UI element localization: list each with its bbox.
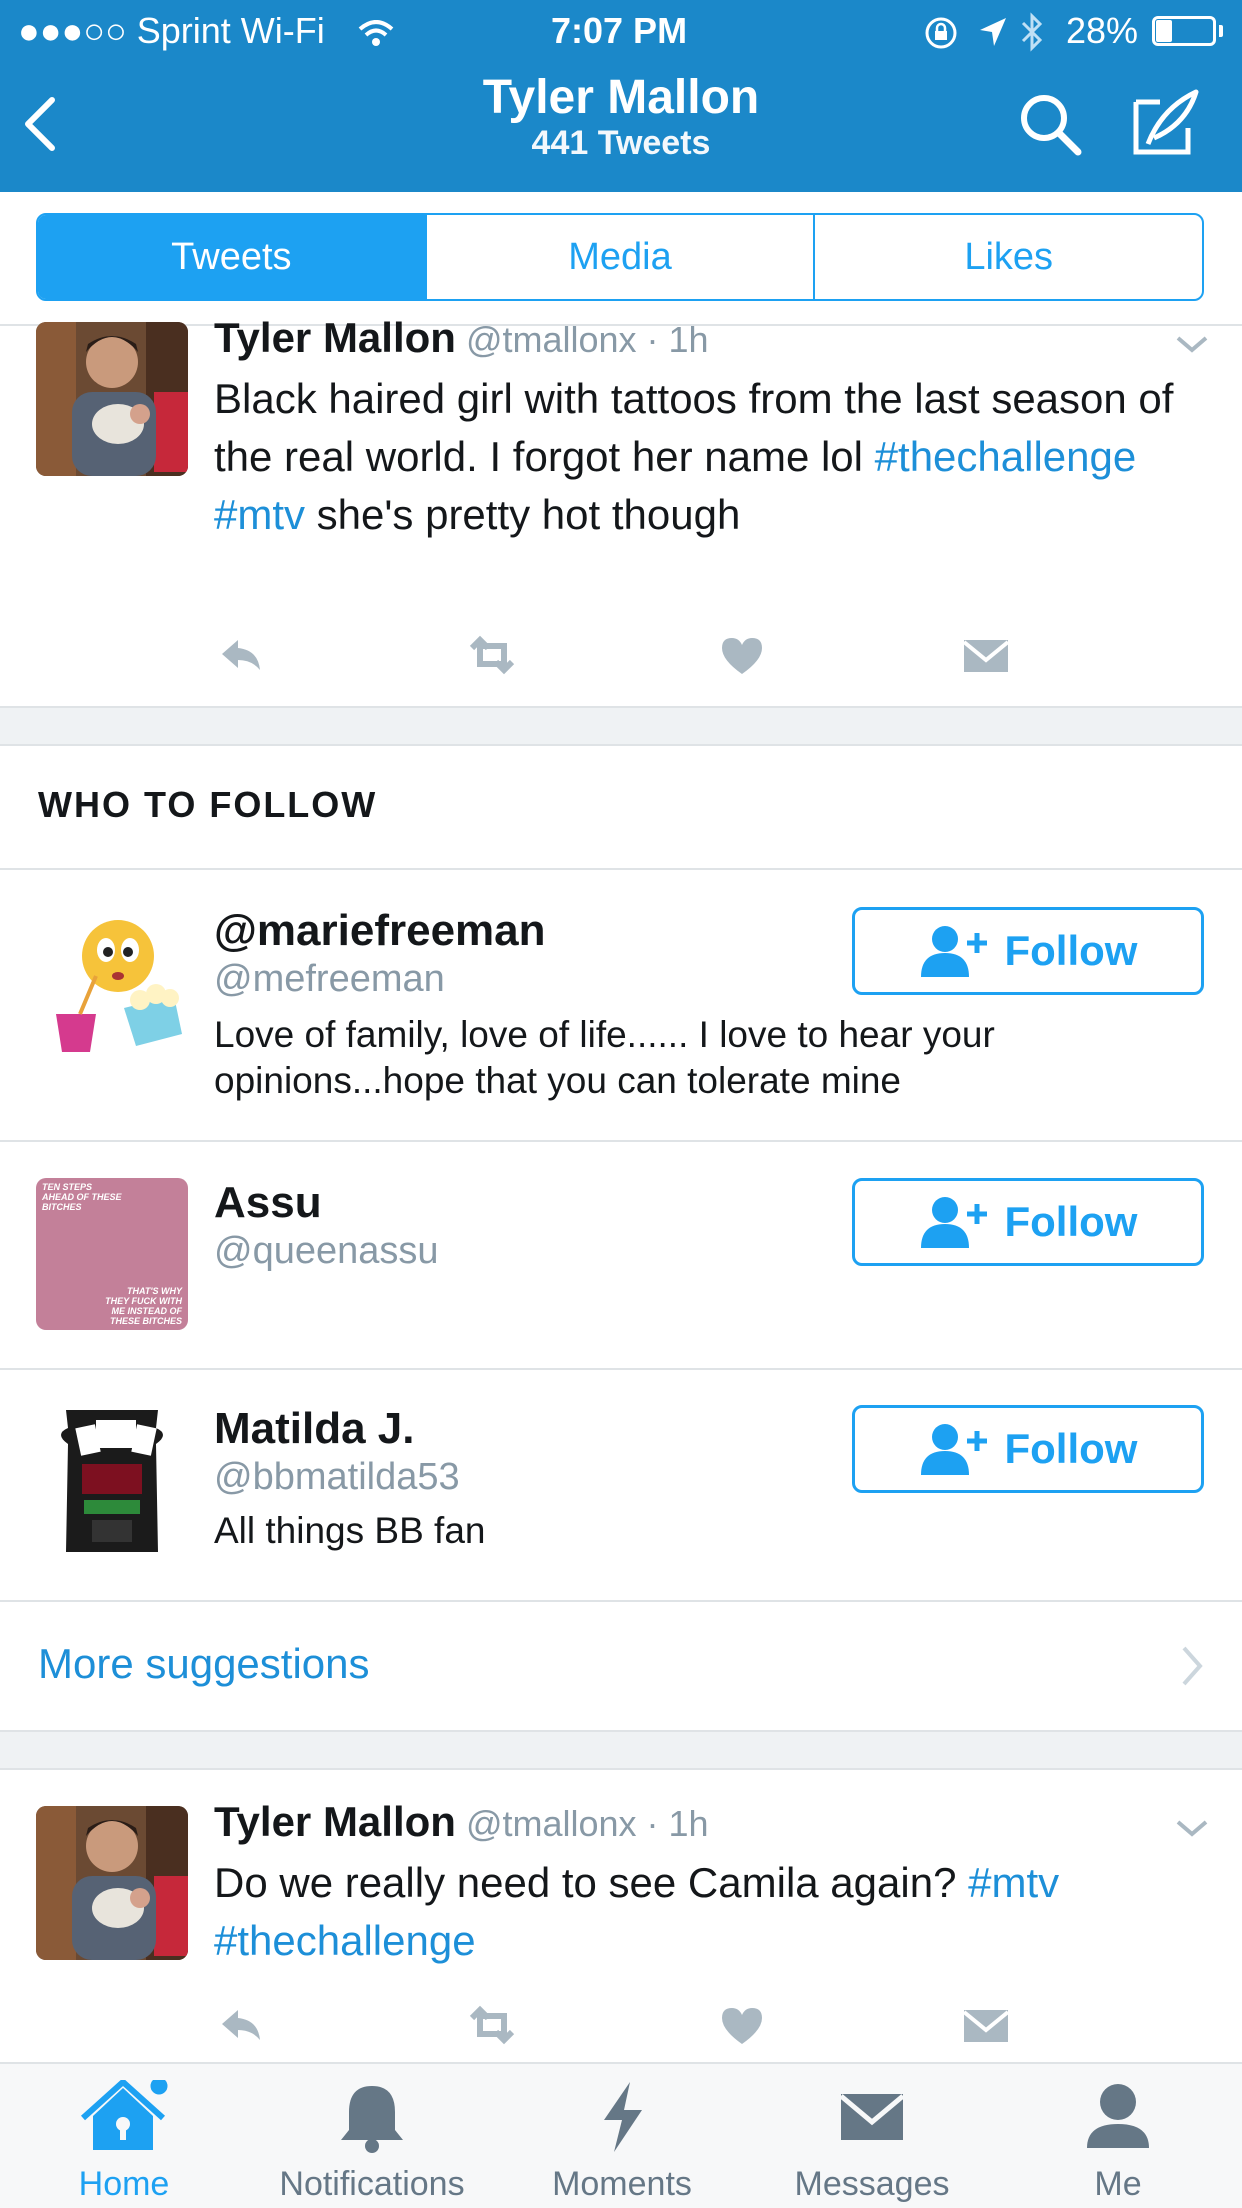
battery-percent: 28% [1066, 10, 1139, 51]
tweet-meta: @tmallonx · 1h [465, 1803, 709, 1844]
avatar[interactable] [36, 1806, 188, 1960]
follow-button[interactable]: Follow [852, 1178, 1204, 1266]
add-user-icon [920, 1197, 987, 1248]
battery-icon [1152, 16, 1216, 46]
person-icon [1087, 2084, 1149, 2148]
lightning-icon [604, 2082, 642, 2152]
tab-moments[interactable]: Moments [502, 2080, 742, 2204]
suggestion-avatar[interactable] [36, 904, 188, 1056]
retweet-icon[interactable] [462, 2000, 522, 2050]
row-divider [0, 868, 1242, 870]
suggestion-name[interactable]: @mariefreeman [214, 906, 546, 956]
chevron-right-icon[interactable] [1178, 1644, 1206, 1688]
chevron-down-icon[interactable] [1172, 1808, 1212, 1848]
tab-label: Messages [794, 2165, 950, 2203]
avatar[interactable] [36, 322, 188, 476]
battery-tip [1219, 25, 1223, 37]
suggestion-avatar[interactable]: TEN STEPS AHEAD OF THESE BITCHES THAT'S … [36, 1178, 188, 1330]
section-divider [0, 744, 1242, 746]
suggestion-handle: @bbmatilda53 [214, 1456, 460, 1498]
suggestion-bio: Love of family, love of life...... I lov… [214, 1014, 995, 1101]
reply-icon[interactable] [212, 2000, 272, 2050]
hashtag-link[interactable]: #thechallenge [875, 433, 1137, 480]
home-icon [80, 2074, 171, 2150]
avatar-caption-top: TEN STEPS AHEAD OF THESE BITCHES [42, 1182, 122, 1212]
hashtag-link[interactable]: #mtv [968, 1859, 1059, 1906]
envelope-icon [839, 2094, 905, 2140]
row-divider [0, 1140, 1242, 1142]
tab-label: Home [78, 2165, 170, 2203]
who-to-follow-heading: WHO TO FOLLOW [38, 784, 378, 825]
suggestion-handle: @mefreeman [214, 958, 445, 1000]
follow-label: Follow [1004, 1198, 1138, 1245]
more-suggestions-link[interactable]: More suggestions [38, 1640, 370, 1688]
tweet-text-part: she's pretty hot though [305, 491, 741, 538]
tweet-author[interactable]: Tyler Mallon @tmallonx · 1h [214, 314, 709, 362]
add-user-icon [920, 1424, 987, 1475]
clock: 7:07 PM [551, 10, 688, 51]
tab-label: Moments [552, 2165, 692, 2203]
heart-icon[interactable] [712, 2000, 772, 2050]
tab-messages[interactable]: Messages [752, 2080, 992, 2204]
reply-icon[interactable] [212, 630, 272, 680]
section-gap [0, 1732, 1242, 1768]
tab-label: Me [1094, 2165, 1142, 2203]
tab-home[interactable]: Home [4, 2074, 244, 2204]
search-icon[interactable] [1018, 92, 1084, 158]
hashtag-link[interactable]: #thechallenge [214, 1917, 476, 1964]
profile-tabs: Tweets Media Likes [36, 213, 1204, 301]
suggestion-handle: @queenassu [214, 1230, 439, 1272]
tab-me[interactable]: Me [998, 2080, 1238, 2204]
tab-media[interactable]: Media [424, 215, 814, 299]
tweet-text: Do we really need to see Camila again? #… [214, 1854, 1214, 1970]
carrier-label: ●●●○○ Sprint Wi-Fi [18, 10, 325, 51]
location-icon [980, 18, 1006, 46]
row-divider [0, 1368, 1242, 1370]
follow-button[interactable]: Follow [852, 907, 1204, 995]
row-divider [0, 1600, 1242, 1602]
add-user-icon [920, 926, 987, 977]
suggestion-name[interactable]: Matilda J. [214, 1404, 415, 1454]
follow-label: Follow [1004, 1425, 1138, 1472]
suggestion-bio: All things BB fan [214, 1510, 486, 1551]
section-divider [0, 1768, 1242, 1770]
compose-icon[interactable] [1130, 88, 1202, 160]
retweet-icon[interactable] [462, 630, 522, 680]
direct-message-icon[interactable] [956, 2000, 1016, 2050]
tweet-meta: @tmallonx · 1h [465, 319, 709, 360]
bell-icon [341, 2086, 403, 2153]
tab-likes[interactable]: Likes [813, 215, 1202, 299]
follow-button[interactable]: Follow [852, 1405, 1204, 1493]
follow-label: Follow [1004, 927, 1138, 974]
tweet-text-part: Do we really need to see Camila again? [214, 1859, 969, 1906]
chevron-down-icon[interactable] [1172, 324, 1212, 364]
section-gap [0, 708, 1242, 744]
avatar-caption-bottom: THAT'S WHY THEY FUCK WITH ME INSTEAD OF … [105, 1286, 182, 1326]
tweet-author-name: Tyler Mallon [214, 1798, 456, 1845]
heart-icon[interactable] [712, 630, 772, 680]
rotation-lock-icon [925, 17, 957, 49]
tweet-text: Black haired girl with tattoos from the … [214, 370, 1194, 544]
hashtag-link[interactable]: #mtv [214, 491, 305, 538]
wifi-icon [358, 20, 394, 46]
tab-tweets[interactable]: Tweets [38, 215, 425, 299]
tweet-author-name: Tyler Mallon [214, 314, 456, 361]
bluetooth-icon [1021, 12, 1043, 52]
tweet-author[interactable]: Tyler Mallon @tmallonx · 1h [214, 1798, 709, 1846]
tab-notifications[interactable]: Notifications [252, 2080, 492, 2204]
direct-message-icon[interactable] [956, 630, 1016, 680]
tab-label: Notifications [279, 2165, 465, 2203]
suggestion-name[interactable]: Assu [214, 1178, 322, 1228]
suggestion-avatar[interactable] [36, 1404, 188, 1556]
